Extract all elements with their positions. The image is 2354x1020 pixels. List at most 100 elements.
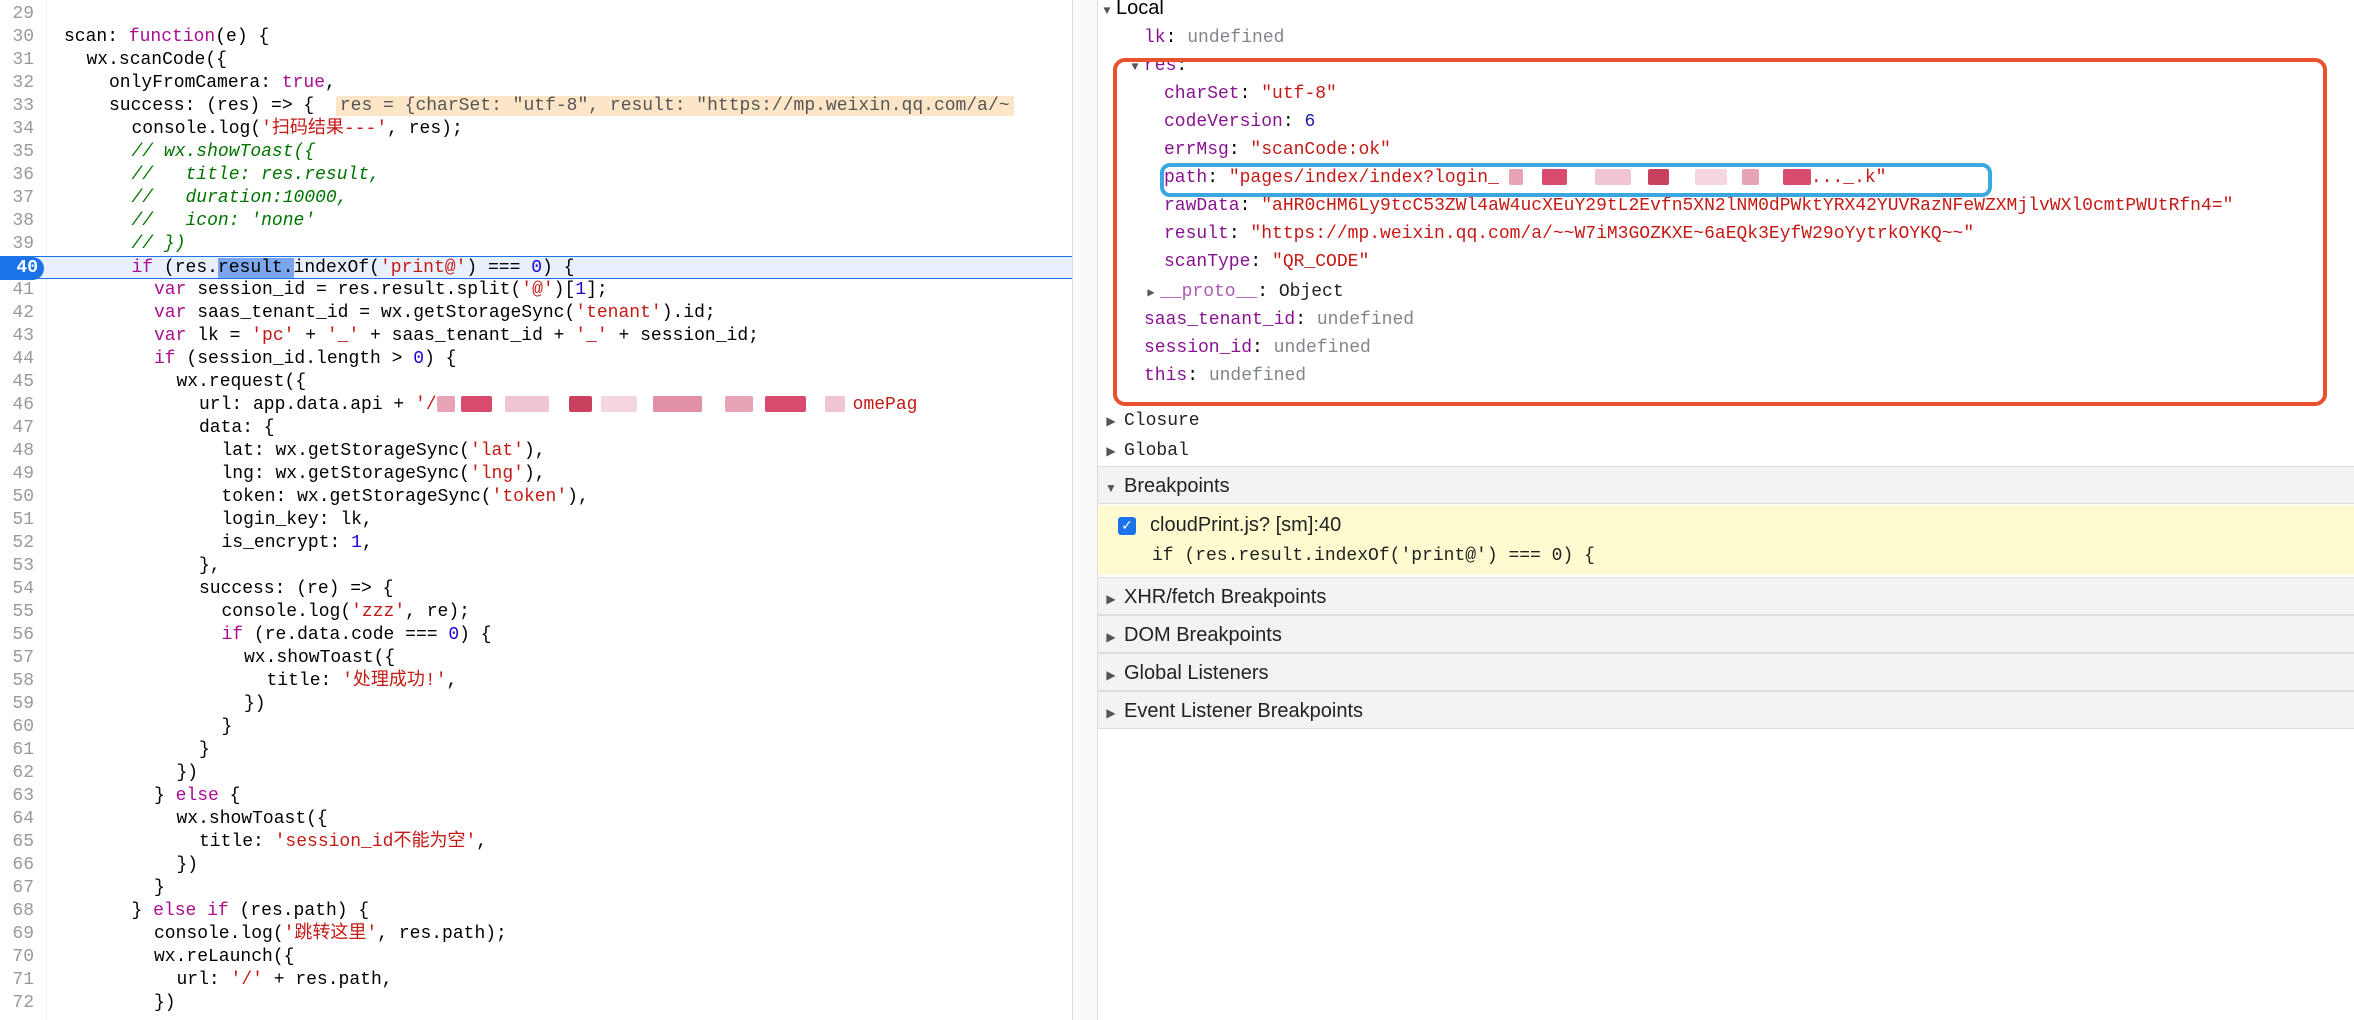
- breakpoint-item[interactable]: ✓ cloudPrint.js? [sm]:40 if (res.result.…: [1098, 505, 2354, 575]
- code-token: wx.request({: [176, 372, 307, 392]
- code-token: console.log(: [131, 119, 262, 139]
- line-number[interactable]: 41: [0, 279, 34, 302]
- prop-value: "aHR0cHM6Ly9tcC53ZWl4aW4ucXEuY29tL2Evfn5…: [1261, 196, 2234, 216]
- code-token: }: [131, 901, 154, 921]
- prop-key: rawData: [1164, 196, 1240, 216]
- breakpoints-section-header[interactable]: ▼ Breakpoints: [1098, 466, 2354, 504]
- code-token: // duration:10000,: [131, 188, 348, 208]
- line-number[interactable]: 55: [0, 601, 34, 624]
- line-number[interactable]: 42: [0, 302, 34, 325]
- line-number[interactable]: 70: [0, 946, 34, 969]
- line-number[interactable]: 40: [0, 257, 44, 280]
- line-number[interactable]: 54: [0, 578, 34, 601]
- code-token: 'pc': [251, 326, 295, 346]
- code-token: '_': [575, 326, 608, 346]
- code-token: }): [176, 855, 199, 875]
- res-prop-path: path: "pages/index/index?login_ ..._.k": [1164, 168, 1887, 188]
- line-number[interactable]: 56: [0, 624, 34, 647]
- line-number[interactable]: 29: [0, 3, 34, 26]
- code-line: 38 // icon: 'none': [0, 210, 1072, 233]
- scope-global[interactable]: ▶ Global: [1098, 430, 2354, 468]
- redacted-blur: [1741, 169, 1759, 186]
- line-number[interactable]: 35: [0, 141, 34, 164]
- prop-value: 6: [1304, 112, 1316, 132]
- code-text: wx.reLaunch({: [154, 946, 294, 969]
- code-line: 33 success: (res) => { res = {charSet: "u…: [0, 95, 1072, 118]
- line-number[interactable]: 39: [0, 233, 34, 256]
- event-listener-breakpoints-header[interactable]: ▶ Event Listener Breakpoints: [1098, 691, 2354, 729]
- global-listeners-header[interactable]: ▶ Global Listeners: [1098, 653, 2354, 691]
- line-number[interactable]: 33: [0, 95, 34, 118]
- line-number[interactable]: 49: [0, 463, 34, 486]
- line-number[interactable]: 59: [0, 693, 34, 716]
- line-number[interactable]: 48: [0, 440, 34, 463]
- line-number[interactable]: 44: [0, 348, 34, 371]
- scope-var-res[interactable]: ▼ res:: [1126, 52, 2354, 80]
- line-number[interactable]: 47: [0, 417, 34, 440]
- line-number[interactable]: 64: [0, 808, 34, 831]
- line-number[interactable]: 45: [0, 371, 34, 394]
- redacted-blur: [600, 396, 637, 413]
- dom-breakpoints-header[interactable]: ▶ DOM Breakpoints: [1098, 615, 2354, 653]
- code-token: function: [128, 27, 216, 47]
- line-number[interactable]: 60: [0, 716, 34, 739]
- line-number[interactable]: 63: [0, 785, 34, 808]
- code-token: '_': [326, 326, 360, 346]
- line-number[interactable]: 51: [0, 509, 34, 532]
- code-token: lat: wx.getStorageSync(: [221, 441, 470, 461]
- code-line: 46 url: app.data.api + '/ omePag: [0, 394, 1072, 417]
- code-token: 1: [351, 533, 362, 553]
- line-number[interactable]: 61: [0, 739, 34, 762]
- code-line: 51 login_key: lk,: [0, 509, 1072, 532]
- code-text: }: [154, 877, 165, 900]
- prop-value: "pages/index/index?login_: [1228, 168, 1499, 188]
- line-number[interactable]: 72: [0, 992, 34, 1015]
- code-token: else: [175, 786, 219, 806]
- code-token: is_encrypt:: [221, 533, 352, 553]
- collapsed-arrow-icon: ▶: [1106, 668, 1116, 682]
- code-line: 41 var session_id = res.result.split('@')…: [0, 279, 1072, 302]
- checkbox-checked-icon[interactable]: ✓: [1118, 517, 1136, 535]
- line-number[interactable]: 71: [0, 969, 34, 992]
- line-number[interactable]: 32: [0, 72, 34, 95]
- code-token: 'lng': [469, 464, 524, 484]
- line-number[interactable]: 68: [0, 900, 34, 923]
- redacted-blur: [1782, 169, 1811, 186]
- code-line: 67}: [0, 877, 1072, 900]
- code-token: 0: [531, 258, 543, 278]
- line-number[interactable]: 58: [0, 670, 34, 693]
- code-text: is_encrypt: 1,: [222, 532, 373, 555]
- code-text: success: (res) => { res = {charSet: "utf…: [109, 95, 1014, 118]
- pane-splitter[interactable]: [1072, 0, 1098, 1020]
- scope-local-header[interactable]: ▼ Local: [1098, 0, 2354, 22]
- line-number[interactable]: 53: [0, 555, 34, 578]
- res-prop-errmsg: errMsg: "scanCode:ok": [1164, 140, 1391, 160]
- line-number[interactable]: 31: [0, 49, 34, 72]
- line-number[interactable]: 34: [0, 118, 34, 141]
- code-line: 47 data: {: [0, 417, 1072, 440]
- scope-var-proto[interactable]: ▶ __proto__: Object: [1142, 278, 2354, 306]
- code-text: console.log('zzz', re);: [222, 601, 470, 624]
- code-token: url: app.data.api +: [199, 395, 416, 415]
- line-number[interactable]: 38: [0, 210, 34, 233]
- line-number[interactable]: 62: [0, 762, 34, 785]
- code-token: ) ===: [466, 258, 532, 278]
- line-number[interactable]: 50: [0, 486, 34, 509]
- line-number[interactable]: 36: [0, 164, 34, 187]
- line-number[interactable]: 46: [0, 394, 34, 417]
- line-number[interactable]: 69: [0, 923, 34, 946]
- code-editor[interactable]: 29 30 scan: function(e) {31 wx.scanCode({32…: [0, 0, 1072, 1020]
- line-number[interactable]: 66: [0, 854, 34, 877]
- line-number[interactable]: 57: [0, 647, 34, 670]
- line-number[interactable]: 52: [0, 532, 34, 555]
- code-token: onlyFromCamera:: [109, 73, 282, 93]
- redacted-blur: [1508, 169, 1523, 186]
- code-token: lk =: [186, 326, 252, 346]
- line-number[interactable]: 30: [0, 26, 34, 49]
- code-token: data: {: [199, 418, 275, 438]
- line-number[interactable]: 67: [0, 877, 34, 900]
- line-number[interactable]: 37: [0, 187, 34, 210]
- line-number[interactable]: 65: [0, 831, 34, 854]
- line-number[interactable]: 43: [0, 325, 34, 348]
- xhr-breakpoints-header[interactable]: ▶ XHR/fetch Breakpoints: [1098, 577, 2354, 615]
